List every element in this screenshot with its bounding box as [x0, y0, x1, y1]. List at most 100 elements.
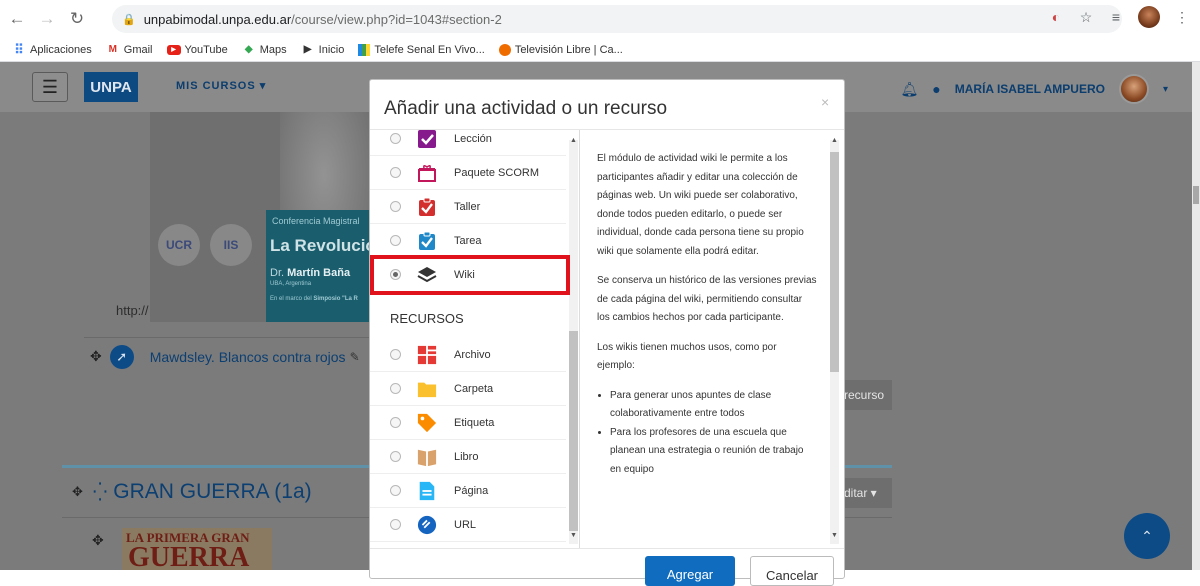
bookmark-youtube[interactable]: ▶ YouTube [166, 44, 228, 56]
scorm-icon [417, 163, 437, 183]
chevron-up-icon: ⌃ [1141, 527, 1153, 544]
gran-guerra-image: LA PRIMERA GRAN GUERRA [122, 528, 272, 570]
extension-icon[interactable]: ◐ [1048, 9, 1064, 25]
radio-etiqueta[interactable] [390, 417, 401, 428]
option-wiki[interactable]: Wiki [370, 258, 566, 292]
radio-libro[interactable] [390, 451, 401, 462]
bookmarks-bar: ⠿ Aplicaciones M Gmail ▶ YouTube ◆ Maps ▶ Ini… [0, 38, 1200, 62]
site-brand[interactable]: UNPA [84, 72, 138, 102]
reload-icon[interactable]: ↻ [64, 6, 90, 32]
option-scorm[interactable]: Paquete SCORM [370, 156, 566, 190]
page-scrollbar[interactable] [1192, 62, 1200, 570]
url-path: /course/view.php?id=1043#section-2 [291, 11, 502, 27]
tv-icon [498, 43, 511, 56]
hamburger-menu-icon[interactable]: ☰ [32, 72, 68, 102]
link-text[interactable]: http:// [116, 303, 149, 318]
close-icon[interactable]: × [821, 94, 829, 110]
address-bar[interactable]: 🔒 unpabimodal.unpa.edu.ar/course/view.ph… [112, 5, 1122, 33]
book-icon [417, 447, 437, 467]
scroll-down-arrow-icon[interactable]: ▼ [570, 532, 577, 539]
profile-avatar-icon[interactable] [1138, 6, 1160, 28]
url-icon [417, 515, 437, 535]
radio-scorm[interactable] [390, 167, 401, 178]
scroll-to-top-button[interactable]: ⌃ [1124, 513, 1170, 559]
edit-menu-button[interactable]: ditar ▾ [842, 478, 892, 508]
bookmark-maps[interactable]: ◆ Maps [242, 44, 287, 56]
radio-url[interactable] [390, 519, 401, 530]
page-scrollbar-thumb[interactable] [1193, 186, 1199, 204]
user-name[interactable]: MARÍA ISABEL AMPUERO [955, 82, 1105, 96]
scroll-down-arrow-icon[interactable]: ▼ [831, 532, 838, 539]
file-icon [417, 345, 437, 365]
telefe-icon [358, 43, 371, 56]
radio-carpeta[interactable] [390, 383, 401, 394]
description-scrollbar-thumb[interactable] [830, 152, 839, 372]
conference-note: En el marco del Simposio "La R [270, 296, 358, 302]
move-icon[interactable]: ✥ [92, 532, 104, 549]
youtube-icon: ▶ [166, 44, 181, 55]
section-title-text[interactable]: GRAN GUERRA (1a) [113, 480, 311, 504]
bookmark-aplicaciones[interactable]: ⠿ Aplicaciones [12, 42, 92, 57]
radio-archivo[interactable] [390, 349, 401, 360]
options-scrollbar-thumb[interactable] [569, 331, 578, 531]
option-pagina[interactable]: Página [370, 474, 566, 508]
conference-banner-image: UCR IIS Conferencia Magistral La Revoluc… [150, 112, 390, 322]
option-leccion[interactable]: Lección [370, 130, 566, 156]
edit-pencil-icon[interactable]: ✎ [350, 350, 360, 364]
option-label: Tarea [454, 234, 482, 247]
option-label: Etiqueta [454, 416, 495, 429]
radio-tarea[interactable] [390, 235, 401, 246]
chat-icon[interactable]: ● [932, 81, 940, 97]
add-resource-button[interactable]: recurso [842, 380, 892, 410]
description-paragraph: Los wikis tienen muchos usos, como por e… [597, 341, 777, 372]
options-list[interactable]: Lección Paquete SCORM Taller Tarea Wiki … [370, 130, 579, 548]
conference-kicker: Conferencia Magistral [272, 216, 360, 226]
activity-link[interactable]: Mawdsley. Blancos contra rojos [150, 349, 346, 365]
cancel-button[interactable]: Cancelar [750, 556, 834, 586]
option-label: Carpeta [454, 382, 494, 395]
note-prefix: En el marco del [270, 296, 312, 302]
move-icon[interactable]: ✥ [72, 484, 83, 500]
chevron-down-icon[interactable]: ▾ [1163, 84, 1168, 95]
option-label: Archivo [454, 348, 491, 361]
back-icon[interactable]: ← [4, 6, 30, 32]
bookmark-gmail[interactable]: M Gmail [106, 44, 153, 56]
conference-affiliation: UBA, Argentina [270, 281, 312, 287]
bookmark-telefe[interactable]: Telefe Senal En Vivo... [358, 43, 485, 56]
radio-pagina[interactable] [390, 485, 401, 496]
option-url[interactable]: URL [370, 508, 566, 542]
activity-chooser-dialog: Añadir una actividad o un recurso × Lecc… [369, 79, 845, 586]
option-label: Libro [454, 450, 479, 463]
move-icon[interactable]: ✥ [90, 348, 102, 365]
forward-icon[interactable]: → [34, 6, 60, 32]
option-taller[interactable]: Taller [370, 190, 566, 224]
reading-list-icon[interactable]: ≡ [1108, 9, 1124, 25]
kebab-menu-icon[interactable]: ⋮ [1174, 9, 1190, 25]
bell-icon[interactable]: 🔔︎ [900, 81, 918, 98]
option-libro[interactable]: Libro [370, 440, 566, 474]
radio-wiki[interactable] [390, 269, 401, 280]
scroll-up-arrow-icon[interactable]: ▲ [831, 137, 838, 144]
bookmark-label: Telefe Senal En Vivo... [374, 43, 485, 56]
description-bullet: Para los profesores de una escuela que p… [610, 424, 817, 480]
scroll-up-arrow-icon[interactable]: ▲ [570, 137, 577, 144]
option-archivo[interactable]: Archivo [370, 338, 566, 372]
play-icon: ▶ [303, 44, 312, 55]
user-avatar[interactable] [1118, 74, 1149, 104]
bookmark-tv-libre[interactable]: Televisión Libre | Ca... [498, 43, 623, 56]
radio-leccion[interactable] [390, 133, 401, 144]
star-icon[interactable]: ☆ [1078, 9, 1094, 25]
add-button[interactable]: Agregar [645, 556, 735, 586]
mis-cursos-menu[interactable]: MIS CURSOS ▾ [176, 79, 266, 92]
option-tarea[interactable]: Tarea [370, 224, 566, 258]
description-bullet: Para generar unos apuntes de clase colab… [610, 387, 817, 424]
section-title: ✥ ⁛ GRAN GUERRA (1a) [72, 480, 312, 504]
url-host: unpabimodal.unpa.edu.ar [143, 11, 292, 27]
option-etiqueta[interactable]: Etiqueta [370, 406, 566, 440]
radio-taller[interactable] [390, 201, 401, 212]
bookmark-inicio[interactable]: ▶ Inicio [301, 44, 345, 56]
option-carpeta[interactable]: Carpeta [370, 372, 566, 406]
ucr-logo: UCR [158, 224, 200, 266]
image-caption-big: GUERRA [128, 542, 250, 570]
description-list: Para generar unos apuntes de clase colab… [597, 387, 817, 480]
